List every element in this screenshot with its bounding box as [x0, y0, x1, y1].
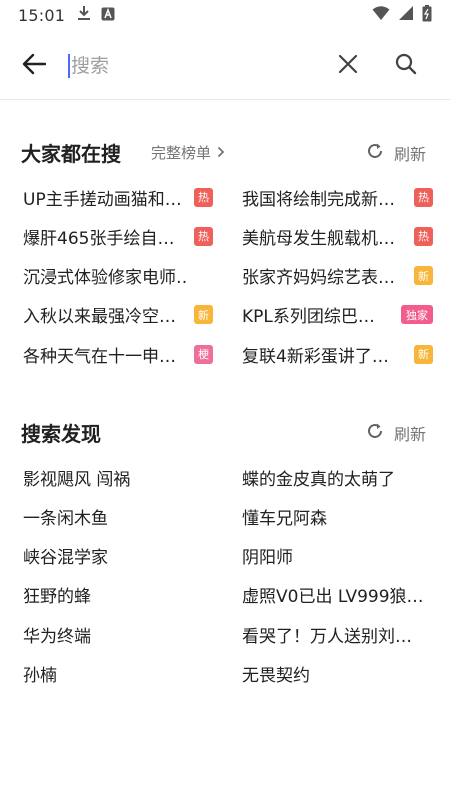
trending-item-text: 各种天气在十一申… — [23, 346, 176, 367]
discover-item-text: 无畏契约 — [242, 666, 310, 686]
trending-badge-hot: 热 — [414, 226, 433, 246]
trending-badge-hot: 热 — [414, 187, 433, 207]
trending-badge-hot: 热 — [194, 187, 213, 207]
discover-item[interactable]: 懂车兄阿森 — [242, 501, 428, 531]
text-cursor — [68, 54, 70, 78]
trending-item-text: 美航母发生舰载机… — [242, 228, 395, 249]
trending-item[interactable]: 各种天气在十一申… — [23, 339, 188, 369]
discover-item-text: 懂车兄阿森 — [242, 508, 327, 529]
discover-item-text: 峡谷混学家 — [23, 548, 108, 569]
status-system-icons — [372, 4, 432, 26]
refresh-label: 刷新 — [393, 425, 426, 444]
trending-item[interactable]: 我国将绘制完成新… — [242, 182, 410, 212]
discover-item[interactable]: 狂野的蜂 — [23, 580, 213, 610]
full-list-link[interactable]: 完整榜单 — [151, 142, 225, 163]
discover-item-text: 影视飓风 闯祸 — [23, 469, 131, 490]
download-icon — [77, 5, 91, 25]
close-icon — [338, 54, 358, 78]
header-divider — [0, 99, 450, 100]
status-notifications — [77, 5, 115, 25]
search-input[interactable] — [71, 55, 311, 77]
trending-item[interactable]: 入秋以来最强冷空… — [23, 300, 188, 330]
discover-header: 搜索发现 刷新 — [0, 412, 450, 452]
discover-item[interactable]: 看哭了！万人送别刘… — [242, 619, 428, 649]
trending-badge-excl: 独家 — [401, 305, 433, 325]
trending-refresh-button[interactable]: 刷新 — [366, 141, 426, 165]
wifi-icon — [372, 5, 390, 25]
trending-item-text: 沉浸式体验修家电师… — [23, 268, 188, 289]
trending-item[interactable]: 张家齐妈妈综艺表… — [242, 261, 410, 291]
discover-item[interactable]: 一条闲木鱼 — [23, 501, 213, 531]
trending-section: 大家都在搜 完整榜单 刷新 UP主手搓动画猫和… 热我国将绘制完成新… 热爆肝465… — [0, 132, 450, 367]
search-field[interactable] — [68, 50, 318, 82]
battery-icon — [422, 4, 432, 26]
trending-item[interactable]: 复联4新彩蛋讲了… — [242, 339, 410, 369]
discover-item-text: 蝶的金皮真的太萌了 — [242, 469, 395, 490]
discover-item[interactable]: 影视飓风 闯祸 — [23, 462, 213, 492]
trending-item-text: UP主手搓动画猫和… — [23, 189, 182, 210]
trending-badge-hot: 热 — [194, 226, 213, 246]
discover-item-text: 看哭了！万人送别刘… — [242, 626, 412, 647]
chevron-right-icon — [217, 144, 225, 162]
trending-item-text: 我国将绘制完成新… — [242, 189, 395, 210]
back-button[interactable] — [20, 52, 48, 80]
clear-button[interactable] — [334, 52, 362, 80]
app-notification-icon — [101, 6, 115, 25]
trending-item[interactable]: UP主手搓动画猫和… — [23, 182, 188, 212]
trending-badge-new: 新 — [414, 344, 433, 364]
discover-item-text: 阴阳师 — [242, 548, 293, 569]
discover-item-text: 华为终端 — [23, 626, 91, 647]
trending-badge-new: 新 — [194, 305, 213, 325]
discover-title: 搜索发现 — [21, 422, 101, 446]
discover-item[interactable]: 峡谷混学家 — [23, 541, 213, 571]
trending-item-text: 入秋以来最强冷空… — [23, 307, 176, 328]
discover-item-text: 狂野的蜂 — [23, 587, 91, 608]
trending-item[interactable]: 沉浸式体验修家电师… — [23, 261, 188, 291]
search-icon — [395, 53, 417, 79]
trending-item-text: 爆肝465张手绘自… — [23, 228, 175, 249]
discover-item-text: 孙楠 — [23, 666, 57, 686]
discover-item[interactable]: 孙楠 — [23, 659, 213, 689]
full-list-label: 完整榜单 — [151, 144, 212, 162]
discover-item[interactable]: 虚照V0已出 LV999狼… — [242, 580, 428, 610]
discover-section: 搜索发现 刷新 影视飓风 闯祸 蝶的金皮真的太萌了一条闲木鱼 懂车兄阿森峡谷混学家 阴… — [0, 412, 450, 686]
discover-item[interactable]: 无畏契约 — [242, 659, 428, 689]
trending-item[interactable]: 美航母发生舰载机… — [242, 221, 410, 251]
search-button[interactable] — [392, 52, 420, 80]
trending-item-text: 复联4新彩蛋讲了… — [242, 346, 389, 367]
trending-header: 大家都在搜 完整榜单 刷新 — [0, 132, 450, 172]
refresh-label: 刷新 — [393, 145, 426, 164]
discover-refresh-button[interactable]: 刷新 — [366, 421, 426, 445]
search-bar — [0, 30, 450, 100]
trending-item[interactable]: 爆肝465张手绘自… — [23, 221, 188, 251]
discover-item[interactable]: 蝶的金皮真的太萌了 — [242, 462, 428, 492]
trending-title: 大家都在搜 — [21, 142, 121, 166]
trending-item[interactable]: KPL系列团综巴… — [242, 300, 410, 330]
discover-item-text: 一条闲木鱼 — [23, 508, 108, 529]
arrow-left-icon — [22, 53, 47, 79]
status-time: 15:01 — [18, 5, 66, 25]
status-bar: 15:01 — [0, 0, 450, 30]
refresh-icon — [366, 422, 384, 444]
refresh-icon — [366, 142, 384, 164]
trending-badge-new: 新 — [414, 266, 433, 286]
discover-item[interactable]: 华为终端 — [23, 619, 213, 649]
trending-item-text: 张家齐妈妈综艺表… — [242, 268, 395, 289]
trending-badge-meme: 梗 — [194, 344, 213, 364]
discover-item-text: 虚照V0已出 LV999狼… — [242, 587, 424, 608]
cellular-signal-icon — [398, 5, 414, 25]
trending-item-text: KPL系列团综巴… — [242, 307, 375, 328]
discover-item[interactable]: 阴阳师 — [242, 541, 428, 571]
